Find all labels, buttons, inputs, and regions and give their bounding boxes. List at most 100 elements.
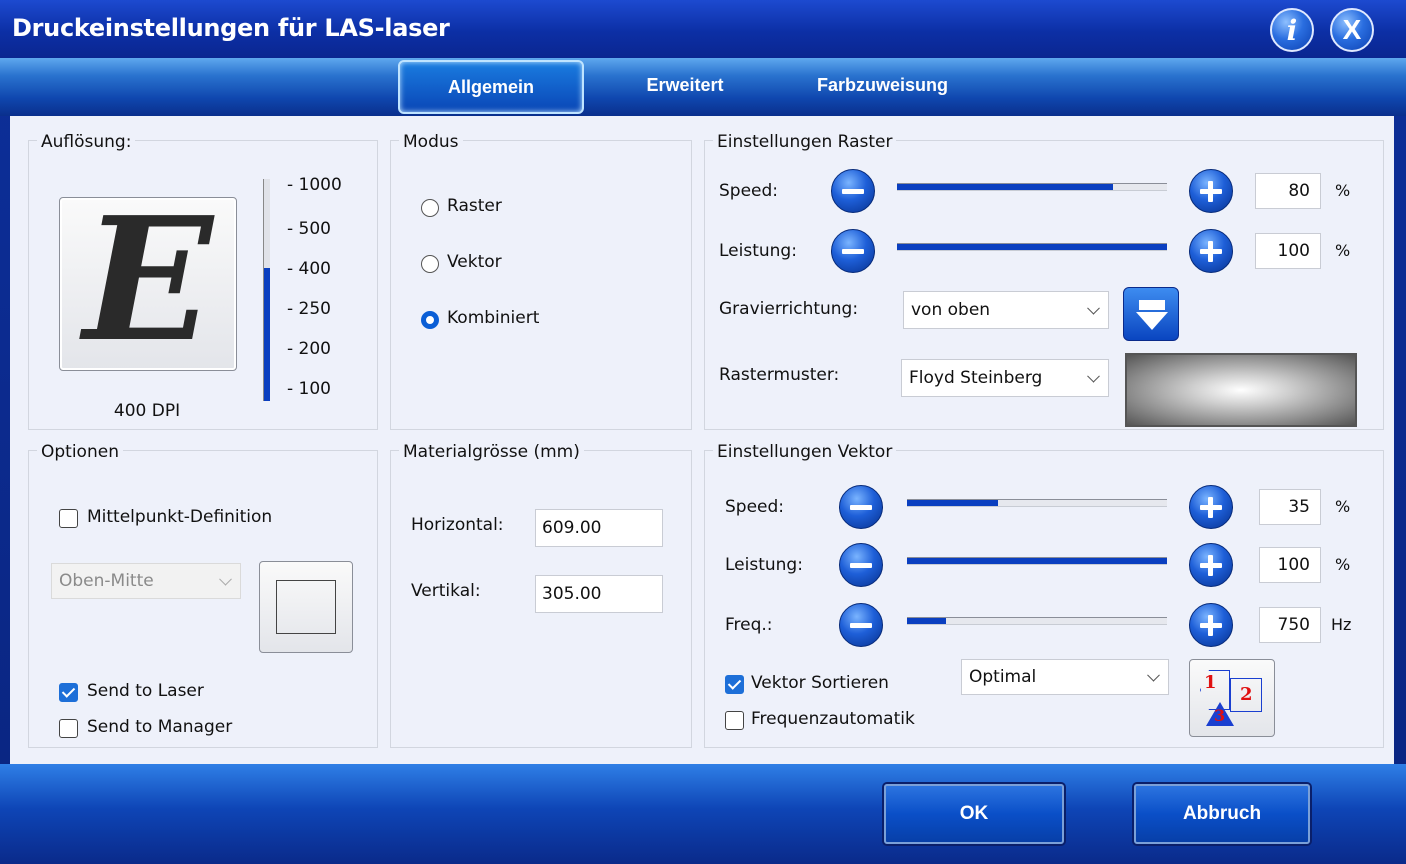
info-icon[interactable]: i bbox=[1270, 8, 1314, 52]
vector-sort-order-button[interactable]: 1 2 3 bbox=[1189, 659, 1275, 737]
raster-power-unit: % bbox=[1335, 241, 1351, 260]
vector-freq-slider[interactable] bbox=[907, 617, 1167, 625]
window-title: Druckeinstellungen für LAS-laser bbox=[12, 14, 450, 42]
send-to-laser-label: Send to Laser bbox=[87, 681, 204, 701]
chevron-down-icon bbox=[219, 572, 232, 586]
resolution-slider-fill bbox=[264, 267, 270, 401]
raster-speed-unit: % bbox=[1335, 181, 1351, 200]
raster-power-minus-icon[interactable] bbox=[831, 229, 875, 273]
raster-settings-group: Einstellungen Raster Speed: 80 % Leistun… bbox=[704, 132, 1384, 430]
radio-vektor-label: Vektor bbox=[447, 252, 502, 272]
raster-speed-slider[interactable] bbox=[897, 183, 1167, 191]
raster-pattern-label: Rastermuster: bbox=[719, 365, 840, 385]
resolution-slider[interactable] bbox=[263, 179, 270, 401]
raster-speed-label: Speed: bbox=[719, 181, 779, 201]
close-icon[interactable]: X bbox=[1330, 8, 1374, 52]
tab-allgemein[interactable]: Allgemein bbox=[398, 60, 584, 114]
vector-speed-slider[interactable] bbox=[907, 499, 1167, 507]
resolution-letter: E bbox=[83, 180, 213, 380]
tab-farbzuweisung[interactable]: Farbzuweisung bbox=[795, 60, 970, 110]
cancel-button[interactable]: Abbruch bbox=[1134, 784, 1310, 844]
vector-freq-plus-icon[interactable] bbox=[1189, 603, 1233, 647]
print-settings-dialog: Druckeinstellungen für LAS-laser i X All… bbox=[0, 0, 1406, 864]
modus-group-label: Modus bbox=[399, 132, 463, 152]
vector-speed-unit: % bbox=[1335, 497, 1351, 516]
center-position-select: Oben-Mitte bbox=[51, 563, 241, 599]
center-position-value: Oben-Mitte bbox=[59, 571, 154, 591]
radio-raster-label: Raster bbox=[447, 196, 502, 216]
sort-number-1: 1 bbox=[1204, 672, 1217, 693]
chevron-down-icon bbox=[1087, 301, 1100, 315]
send-to-laser-checkbox[interactable] bbox=[59, 683, 78, 702]
raster-power-plus-icon[interactable] bbox=[1189, 229, 1233, 273]
vector-sort-select[interactable]: Optimal bbox=[961, 659, 1169, 695]
options-group-label: Optionen bbox=[37, 442, 123, 462]
vector-power-label: Leistung: bbox=[725, 555, 803, 575]
vector-sort-checkbox[interactable] bbox=[725, 675, 744, 694]
content-panel: Auflösung: E 400 DPI - 1000 - 500 - 400 … bbox=[10, 116, 1394, 764]
vector-speed-minus-icon[interactable] bbox=[839, 485, 883, 529]
material-group-label: Materialgrösse (mm) bbox=[399, 442, 584, 462]
engrave-direction-select[interactable]: von oben bbox=[903, 291, 1109, 329]
vector-freq-unit: Hz bbox=[1331, 615, 1352, 634]
vector-group-label: Einstellungen Vektor bbox=[713, 442, 897, 462]
arrow-bar bbox=[1139, 300, 1165, 310]
horizontal-input[interactable]: 609.00 bbox=[535, 509, 663, 547]
raster-power-slider[interactable] bbox=[897, 243, 1167, 251]
raster-speed-plus-icon[interactable] bbox=[1189, 169, 1233, 213]
vertical-label: Vertikal: bbox=[411, 581, 481, 601]
center-position-button[interactable] bbox=[259, 561, 353, 653]
send-to-manager-label: Send to Manager bbox=[87, 717, 233, 737]
freq-auto-checkbox[interactable] bbox=[725, 711, 744, 730]
footer-bar: OK Abbruch bbox=[0, 764, 1406, 864]
raster-power-input[interactable]: 100 bbox=[1255, 233, 1321, 269]
chevron-down-icon bbox=[1087, 369, 1100, 383]
resolution-tick: - 200 bbox=[287, 339, 331, 359]
vector-sort-value: Optimal bbox=[969, 667, 1037, 687]
freq-auto-label: Frequenzautomatik bbox=[751, 709, 915, 729]
vector-power-slider[interactable] bbox=[907, 557, 1167, 565]
arrow-head bbox=[1136, 312, 1168, 330]
raster-speed-minus-icon[interactable] bbox=[831, 169, 875, 213]
title-bar: Druckeinstellungen für LAS-laser i X bbox=[0, 0, 1406, 58]
vector-power-minus-icon[interactable] bbox=[839, 543, 883, 587]
vertical-input[interactable]: 305.00 bbox=[535, 575, 663, 613]
raster-power-label: Leistung: bbox=[719, 241, 797, 261]
resolution-group-label: Auflösung: bbox=[37, 132, 136, 152]
send-to-manager-checkbox[interactable] bbox=[59, 719, 78, 738]
vector-freq-minus-icon[interactable] bbox=[839, 603, 883, 647]
radio-kombiniert[interactable] bbox=[421, 311, 439, 329]
vector-speed-plus-icon[interactable] bbox=[1189, 485, 1233, 529]
raster-speed-input[interactable]: 80 bbox=[1255, 173, 1321, 209]
vector-speed-label: Speed: bbox=[725, 497, 785, 517]
vector-power-input[interactable]: 100 bbox=[1259, 547, 1321, 583]
resolution-group: Auflösung: E 400 DPI - 1000 - 500 - 400 … bbox=[28, 132, 378, 430]
raster-pattern-select[interactable]: Floyd Steinberg bbox=[901, 359, 1109, 397]
ok-button[interactable]: OK bbox=[884, 784, 1064, 844]
modus-group: Modus Raster Vektor Kombiniert bbox=[390, 132, 692, 430]
vector-freq-input[interactable]: 750 bbox=[1259, 607, 1321, 643]
chevron-down-icon bbox=[1147, 668, 1160, 682]
vector-power-unit: % bbox=[1335, 555, 1351, 574]
vector-sort-label: Vektor Sortieren bbox=[751, 673, 889, 693]
engrave-direction-value: von oben bbox=[911, 300, 991, 320]
resolution-tick: - 250 bbox=[287, 299, 331, 319]
resolution-preview-button[interactable]: E bbox=[59, 190, 237, 371]
raster-pattern-preview bbox=[1125, 353, 1357, 427]
tab-bar: Allgemein Erweitert Farbzuweisung bbox=[0, 58, 1406, 116]
center-frame-icon bbox=[276, 580, 336, 634]
vector-power-plus-icon[interactable] bbox=[1189, 543, 1233, 587]
resolution-tick: - 400 bbox=[287, 259, 331, 279]
radio-vektor[interactable] bbox=[421, 255, 439, 273]
material-size-group: Materialgrösse (mm) Horizontal: 609.00 V… bbox=[390, 442, 692, 748]
radio-raster[interactable] bbox=[421, 199, 439, 217]
tab-erweitert[interactable]: Erweitert bbox=[630, 60, 740, 110]
vector-speed-input[interactable]: 35 bbox=[1259, 489, 1321, 525]
horizontal-label: Horizontal: bbox=[411, 515, 504, 535]
resolution-tick: - 500 bbox=[287, 219, 331, 239]
resolution-tick: - 1000 bbox=[287, 175, 342, 195]
direction-arrow-icon[interactable] bbox=[1123, 287, 1179, 341]
center-definition-checkbox[interactable] bbox=[59, 509, 78, 528]
raster-group-label: Einstellungen Raster bbox=[713, 132, 897, 152]
vector-settings-group: Einstellungen Vektor Speed: 35 % Leistun… bbox=[704, 442, 1384, 748]
